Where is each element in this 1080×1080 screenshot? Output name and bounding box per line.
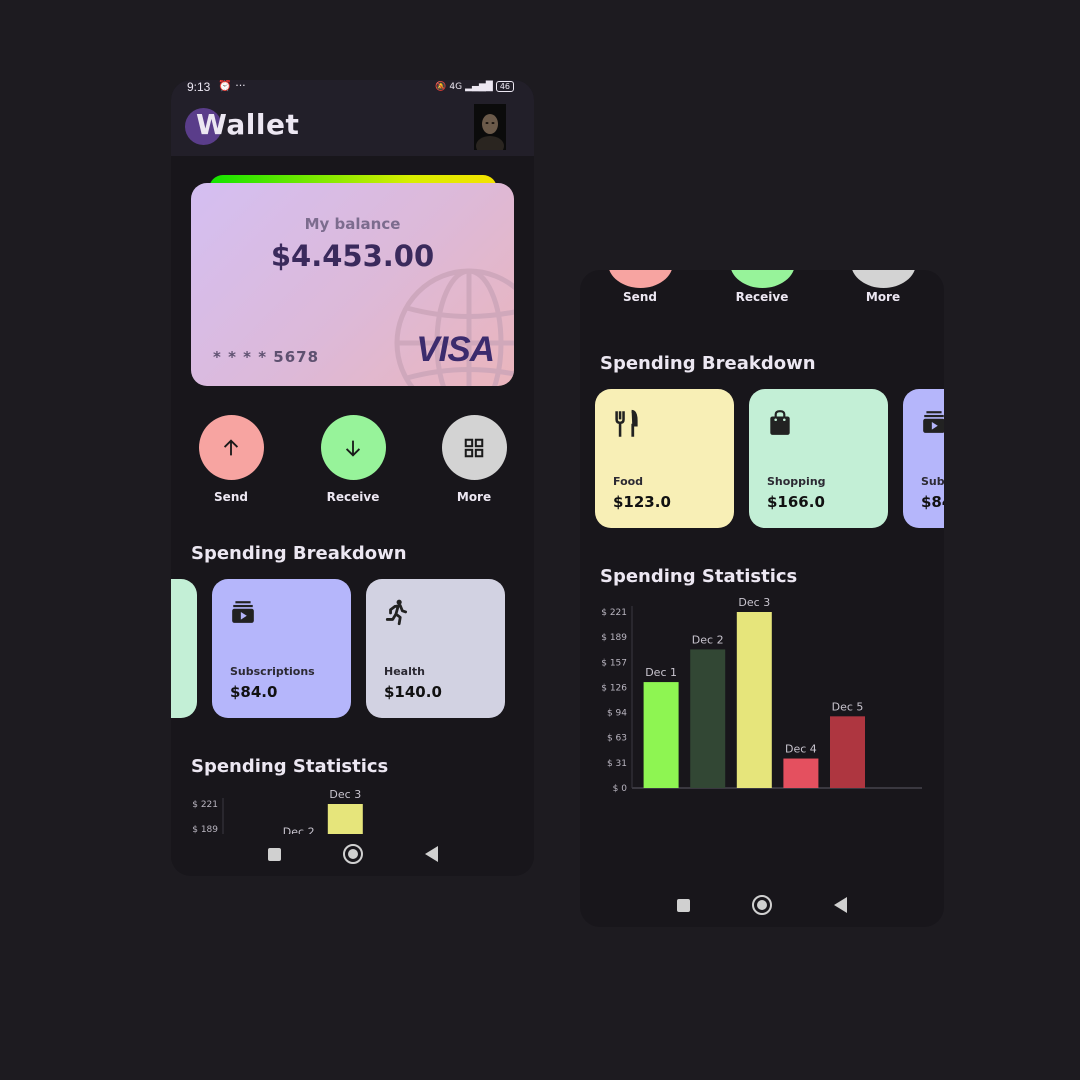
- spending-statistics-title: Spending Statistics: [191, 756, 389, 777]
- network-label: 4G: [449, 81, 463, 92]
- y-tick-label: $ 63: [607, 734, 627, 744]
- y-tick-label: $ 157: [601, 658, 627, 668]
- category-card-shopping[interactable]: Shopping $166.0: [749, 389, 888, 528]
- status-icons: 🔕 4G ▂▄▆█ 46: [435, 81, 514, 92]
- category-amount: $123.0: [613, 493, 671, 511]
- recents-button[interactable]: [267, 847, 281, 861]
- send-label: Send: [214, 490, 248, 504]
- category-name: Subscriptions: [230, 665, 315, 678]
- back-button[interactable]: [424, 846, 438, 862]
- category-amount: $84.0: [230, 683, 278, 701]
- arrow-up-icon: [223, 438, 239, 455]
- category-card-subscriptions[interactable]: Subscriptions $84.0: [212, 579, 351, 718]
- y-tick-label: $ 189: [192, 825, 218, 834]
- mute-icon: 🔕: [435, 81, 447, 92]
- bar-data-label: Dec 1: [645, 666, 677, 679]
- receive-label: Receive: [326, 490, 380, 504]
- y-tick-label: $ 31: [607, 759, 627, 769]
- recents-button[interactable]: [677, 898, 690, 912]
- balance-amount: $4.453.00: [270, 239, 435, 273]
- bar-data-label: Dec 5: [832, 700, 864, 713]
- balance-label: My balance: [304, 215, 401, 233]
- shopping-bag-icon: [770, 410, 790, 435]
- spending-chart-partial: $ 0$ 31$ 63$ 94$ 126$ 157$ 189$ 221Dec 1…: [192, 788, 363, 834]
- more-circle[interactable]: [851, 270, 916, 288]
- home-button[interactable]: [752, 895, 772, 915]
- more-label: More: [456, 490, 492, 504]
- phone-screen-main: 9:13 ⏰ ··· 🔕 4G ▂▄▆█ 46 Wallet My balanc…: [171, 80, 534, 876]
- arrow-down-icon: [345, 440, 361, 457]
- nav-bar: [171, 834, 534, 874]
- more-circle[interactable]: [441, 415, 507, 480]
- avatar[interactable]: [474, 104, 506, 150]
- y-tick-label: $ 126: [601, 683, 627, 693]
- app-bar: Wallet: [171, 98, 534, 156]
- receive-circle[interactable]: [730, 270, 795, 288]
- battery-icon: 46: [495, 81, 514, 92]
- send-circle[interactable]: [608, 270, 673, 288]
- subscriptions-icon: [923, 411, 944, 433]
- category-amount: $140.0: [384, 683, 442, 701]
- nav-bar: [580, 885, 944, 925]
- spending-breakdown-title: Spending Breakdown: [600, 353, 816, 374]
- balance-card[interactable]: My balance $4.453.00 * * * * 5678 VISA: [191, 183, 514, 386]
- visa-logo: VISA: [416, 330, 495, 369]
- restaurant-icon: [615, 409, 638, 437]
- category-amount: $166.0: [767, 493, 825, 511]
- category-name: Shopping: [767, 475, 826, 488]
- phone-screen-scrolled: Send Receive More Spending Breakdown Foo…: [580, 270, 944, 927]
- bar-dec-3: [327, 804, 363, 834]
- bar-dec-2: [690, 649, 726, 788]
- more-button[interactable]: More: [434, 415, 514, 504]
- send-button[interactable]: Send: [191, 415, 271, 504]
- subscriptions-icon: [232, 601, 254, 623]
- receive-label: Receive: [735, 290, 789, 304]
- y-tick-label: $ 221: [601, 608, 627, 618]
- bar-data-label: Dec 2: [283, 825, 315, 834]
- bar-dec-3: [736, 612, 772, 788]
- bar-data-label: Dec 2: [692, 633, 724, 646]
- category-card-food[interactable]: Food $123.0: [595, 389, 734, 528]
- signal-icon: ▂▄▆█: [465, 81, 493, 92]
- bar-data-label: Dec 3: [738, 596, 770, 609]
- home-button[interactable]: [342, 844, 363, 864]
- y-tick-label: $ 94: [607, 709, 627, 719]
- category-card-shopping[interactable]: [171, 579, 197, 718]
- category-card-health[interactable]: Health $140.0: [366, 579, 505, 718]
- y-tick-label: $ 189: [601, 633, 627, 643]
- category-name: Health: [384, 665, 425, 678]
- spending-statistics-title: Spending Statistics: [600, 566, 798, 587]
- running-icon: [385, 599, 408, 626]
- bar-dec-1: [643, 682, 679, 788]
- bar-data-label: Dec 4: [785, 743, 817, 756]
- y-tick-label: $ 0: [613, 784, 628, 794]
- spending-chart: $ 0 $ 31 $ 63 $ 94 $ 126 $ 157 $ 189 $ 221 Dec 1…: [601, 596, 922, 794]
- grid-icon: [464, 438, 484, 457]
- spending-breakdown-title: Spending Breakdown: [191, 543, 407, 564]
- receive-circle[interactable]: [320, 415, 386, 480]
- bar-dec-4: [783, 758, 819, 788]
- send-label: Send: [623, 290, 657, 304]
- category-card-subscriptions[interactable]: Subscriptions $84.0: [903, 389, 944, 528]
- back-button[interactable]: [834, 897, 847, 913]
- category-amount: $84.0: [921, 493, 944, 511]
- app-title: Wallet: [196, 108, 300, 141]
- bar-dec-5: [830, 716, 865, 788]
- y-tick-label: $ 221: [192, 800, 218, 810]
- receive-button[interactable]: Receive: [313, 415, 393, 504]
- status-time: 9:13: [187, 80, 211, 94]
- bar-data-label: Dec 3: [329, 788, 361, 801]
- more-label: More: [865, 290, 901, 304]
- status-bar: 9:13 ⏰ ··· 🔕 4G ▂▄▆█ 46: [171, 80, 534, 98]
- category-name: Food: [613, 475, 644, 488]
- status-extras: ⏰ ···: [218, 80, 246, 92]
- send-circle[interactable]: [198, 415, 264, 480]
- card-number: * * * * 5678: [213, 348, 320, 366]
- category-name: Subscriptions: [921, 475, 944, 488]
